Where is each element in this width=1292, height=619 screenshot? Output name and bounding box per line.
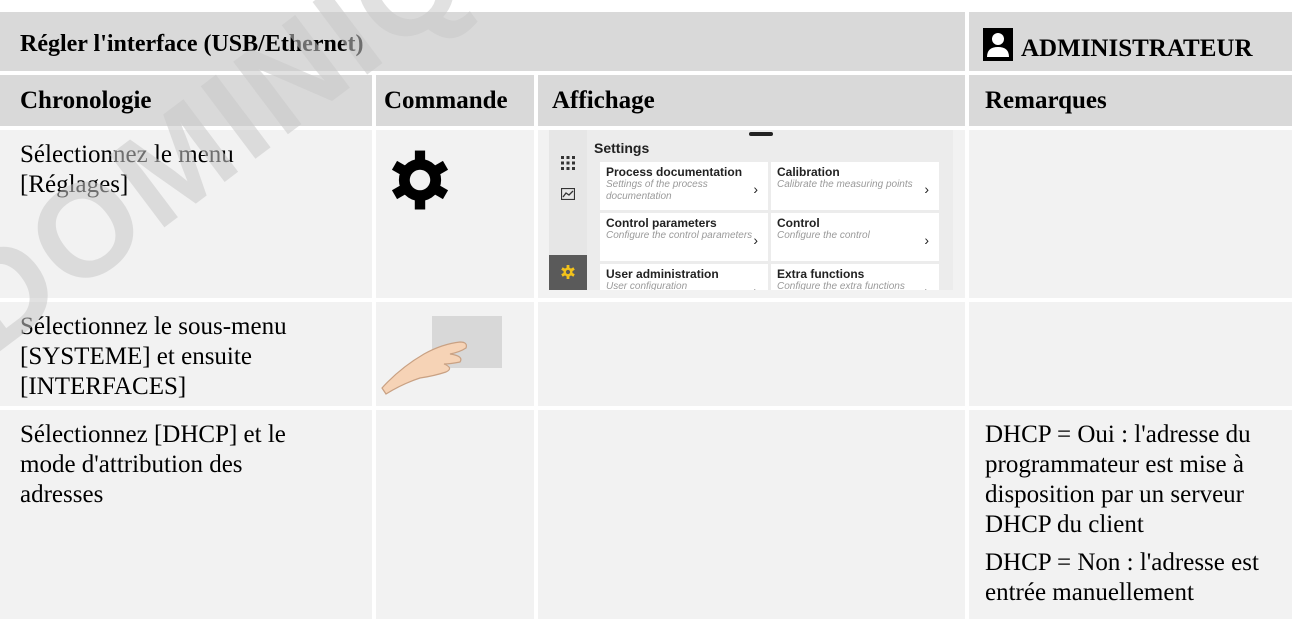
role-header: ADMINISTRATEUR <box>969 12 1292 71</box>
table-row-1-command <box>376 130 534 298</box>
col-header-affichage: Affichage <box>538 75 965 126</box>
col-header-remarques: Remarques <box>969 75 1292 126</box>
tile-title: Process documentation <box>606 165 743 179</box>
table-row-2-remarks <box>969 302 1292 406</box>
table-row-1-remarks <box>969 130 1292 298</box>
table-row-2-step: Sélectionnez le sous-menu [SYSTEME] et e… <box>0 302 372 406</box>
table-title-text: Régler l'interface (USB/Ethernet) <box>20 31 364 57</box>
tile-subtitle: Configure the extra functions <box>777 281 905 290</box>
col-header-label: Chronologie <box>20 87 152 114</box>
table-title: Régler l'interface (USB/Ethernet) <box>0 12 965 71</box>
remark-text: DHCP = Non : l'adresse est entrée manuel… <box>985 549 1259 606</box>
gear-icon <box>561 265 575 279</box>
settings-screen-image: Settings Process documentation Settings … <box>549 130 953 290</box>
tile-user-administration[interactable]: User administration User configuration › <box>600 264 768 290</box>
chevron-right-icon: › <box>924 181 929 197</box>
table-row-3-step: Sélectionnez [DHCP] et le mode d'attribu… <box>0 410 372 619</box>
chart-icon <box>561 188 575 200</box>
tile-subtitle: User configuration <box>606 281 688 290</box>
tile-title: Extra functions <box>777 267 865 281</box>
step-text: Sélectionnez le menu [Réglages] <box>20 141 234 198</box>
chevron-right-icon: › <box>753 181 758 197</box>
table-row-3-display <box>538 410 965 619</box>
tile-subtitle: Calibrate the measuring points <box>777 179 913 190</box>
tile-title: Control parameters <box>606 216 717 230</box>
finger-tap-icon <box>381 316 502 395</box>
tile-subtitle: Settings of the process documentation <box>606 179 708 202</box>
col-header-label: Commande <box>384 87 508 114</box>
tile-extra-functions[interactable]: Extra functions Configure the extra func… <box>771 264 939 290</box>
gear-icon <box>391 150 449 210</box>
tile-control[interactable]: Control Configure the control › <box>771 213 939 261</box>
role-label: ADMINISTRATEUR <box>1021 35 1253 62</box>
tile-subtitle: Configure the control parameters <box>606 230 753 241</box>
grid-icon <box>561 156 575 170</box>
tile-title: User administration <box>606 267 719 281</box>
col-header-chronologie: Chronologie <box>0 75 372 126</box>
tile-control-parameters[interactable]: Control parameters Configure the control… <box>600 213 768 261</box>
table-row-2-display <box>538 302 965 406</box>
table-row-3-remarks: DHCP = Oui : l'adresse du programmateur … <box>969 410 1292 619</box>
table-row-2-command <box>376 302 534 406</box>
screen-top-indicator <box>749 132 773 136</box>
table-row-1-step: Sélectionnez le menu [Réglages] <box>0 130 372 298</box>
tile-title: Calibration <box>777 165 840 179</box>
remark-text: DHCP = Oui : l'adresse du programmateur … <box>985 421 1251 538</box>
tile-calibration[interactable]: Calibration Calibrate the measuring poin… <box>771 162 939 210</box>
tile-process-documentation[interactable]: Process documentation Settings of the pr… <box>600 162 768 210</box>
step-text: Sélectionnez [DHCP] et le mode d'attribu… <box>20 421 286 508</box>
chevron-right-icon: › <box>924 232 929 248</box>
user-icon <box>983 28 1013 61</box>
col-header-label: Affichage <box>552 87 655 114</box>
instruction-table: Régler l'interface (USB/Ethernet) ADMINI… <box>0 0 1292 619</box>
col-header-commande: Commande <box>376 75 534 126</box>
tile-subtitle: Configure the control <box>777 230 870 241</box>
settings-title: Settings <box>594 140 650 156</box>
chevron-right-icon: › <box>924 284 929 290</box>
table-row-3-command <box>376 410 534 619</box>
chevron-right-icon: › <box>753 232 758 248</box>
step-text: Sélectionnez le sous-menu [SYSTEME] et e… <box>20 313 287 400</box>
col-header-label: Remarques <box>985 87 1107 114</box>
chevron-right-icon: › <box>753 284 758 290</box>
tile-title: Control <box>777 216 820 230</box>
